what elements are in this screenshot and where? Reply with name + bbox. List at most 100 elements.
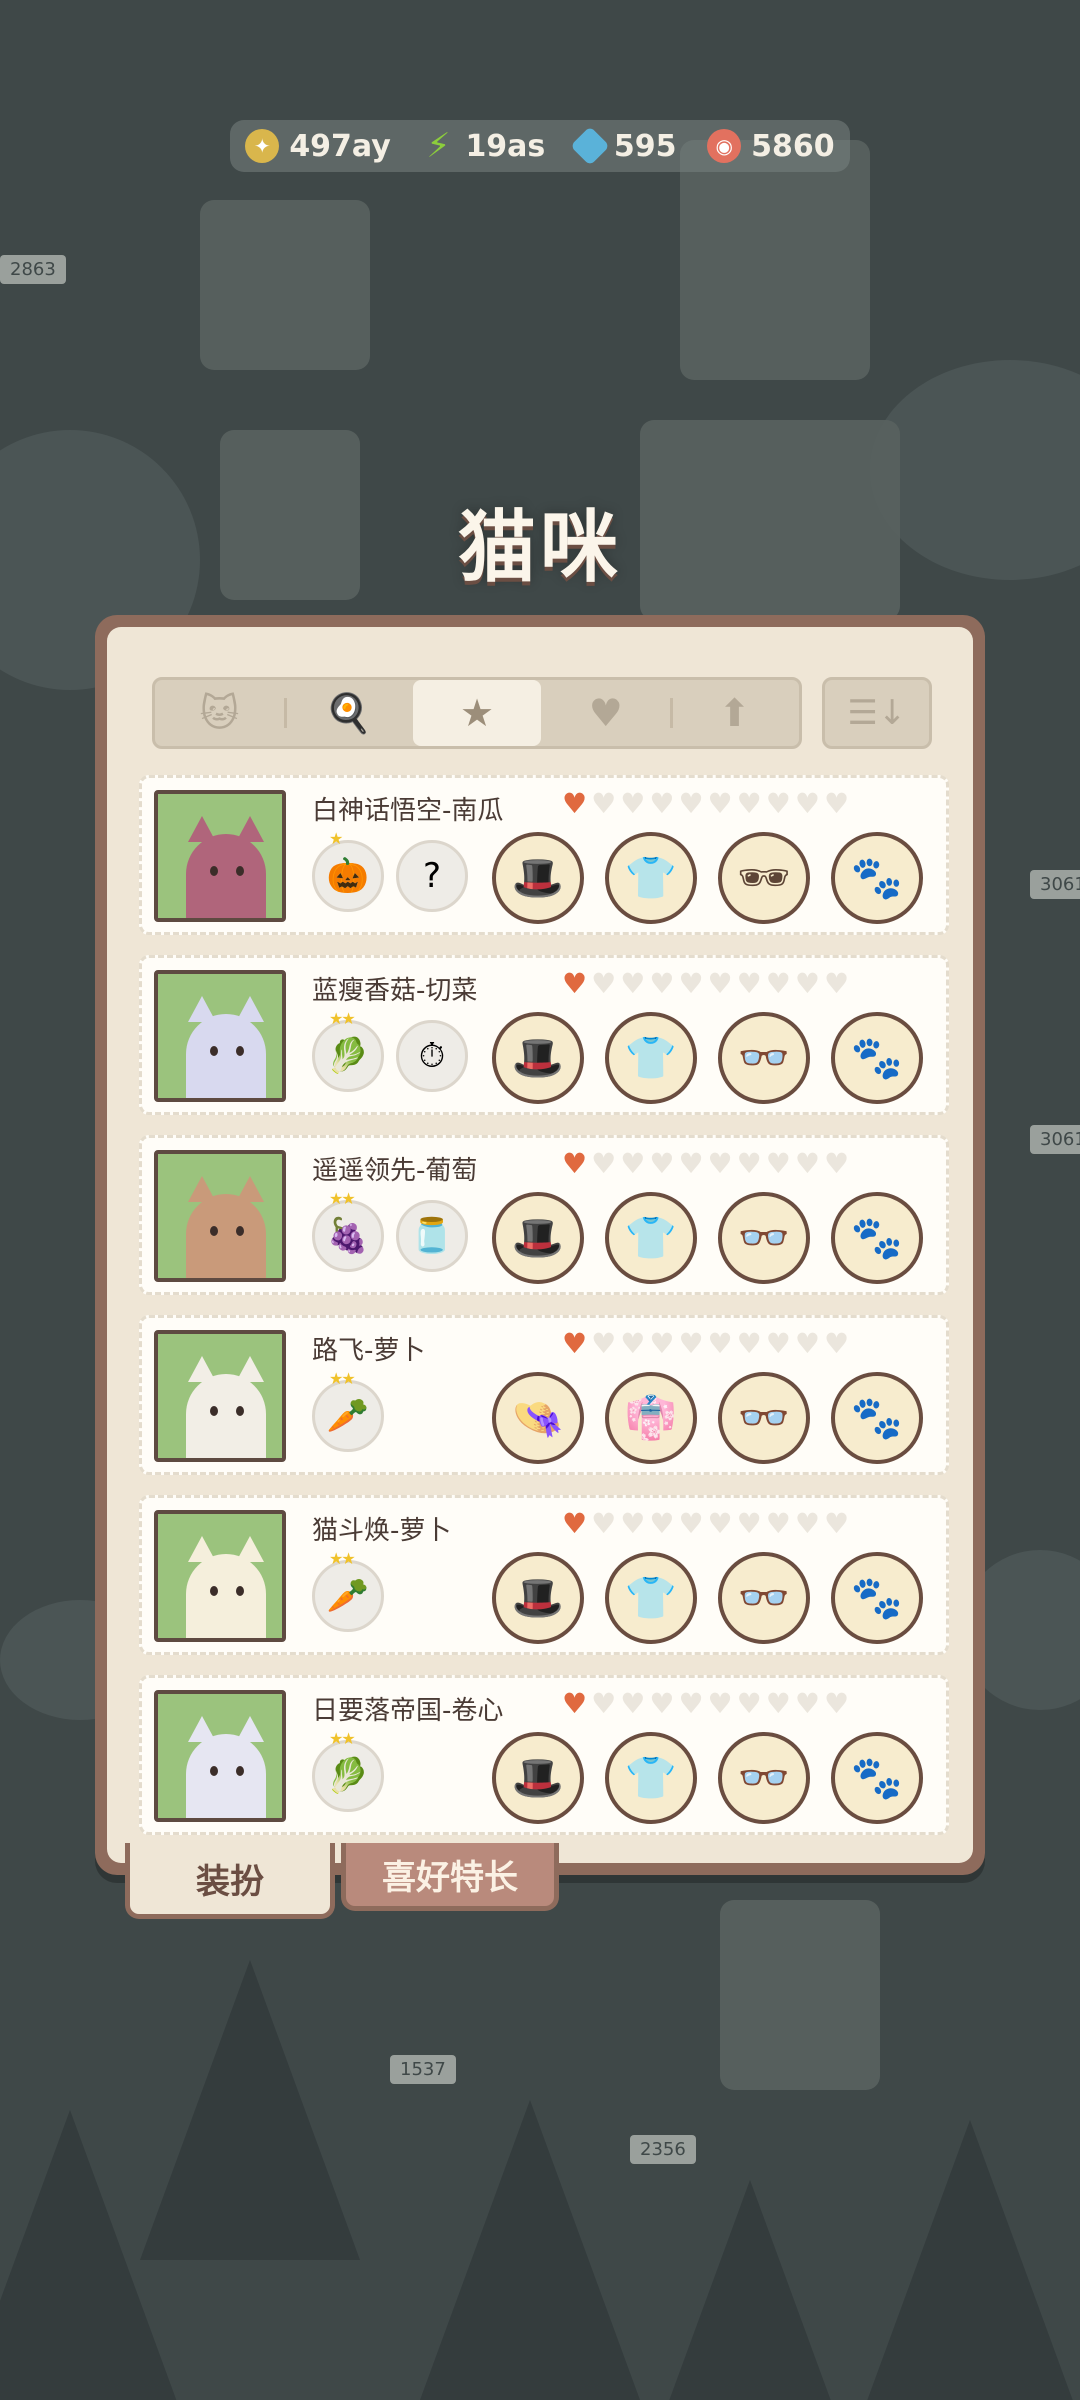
glasses-slot-icon: 👓 xyxy=(737,1213,791,1262)
affection-hearts: ♥ ♥ ♥ ♥ ♥ ♥ ♥ ♥ ♥ ♥ xyxy=(562,1330,849,1358)
tab-cat[interactable]: 🐱 xyxy=(155,680,284,746)
straw-hat-icon: 👒 xyxy=(511,1393,565,1442)
coin-counter[interactable]: ✦ 497ay xyxy=(245,129,391,164)
costume-slot[interactable]: 👘 xyxy=(605,1372,697,1464)
heart-icon: ♥ xyxy=(765,1507,791,1540)
cat-portrait[interactable] xyxy=(154,1690,286,1822)
glasses-slot-icon: 👓 xyxy=(737,1753,791,1802)
hat-slot-icon: 🎩 xyxy=(511,1573,565,1622)
heart-icon: ♥ xyxy=(620,1327,646,1360)
heart-icon: ♥ xyxy=(588,691,623,735)
cat-portrait[interactable] xyxy=(154,790,286,922)
cat-row[interactable]: 路飞-萝卜 ♥ ♥ ♥ ♥ ♥ ♥ ♥ ♥ ♥ ♥ 🥕 ★★ 👒 👘 👓 🐾 xyxy=(139,1315,949,1475)
costume-slot[interactable]: 🎩 xyxy=(492,1192,584,1284)
energy-counter[interactable]: ⚡ 19as xyxy=(421,126,546,166)
costume-slot[interactable]: 👓 xyxy=(718,1012,810,1104)
costume-slot[interactable]: 🐾 xyxy=(831,1372,923,1464)
favorite-food-slot[interactable]: ⏱ xyxy=(396,1020,468,1092)
rarity-stars: ★★ xyxy=(329,1009,356,1028)
pumpkin-icon: 🎃 xyxy=(326,856,370,896)
costume-slot[interactable]: 👒 xyxy=(492,1372,584,1464)
cat-portrait[interactable] xyxy=(154,1510,286,1642)
costume-slot[interactable]: 🐾 xyxy=(831,1732,923,1824)
tab-dress-up[interactable]: 装扮 xyxy=(125,1843,335,1919)
costume-slot[interactable]: 👕 xyxy=(605,1552,697,1644)
cat-row[interactable]: 白神话悟空-南瓜 ♥ ♥ ♥ ♥ ♥ ♥ ♥ ♥ ♥ ♥ 🎃 ★? 🎩 👕 🕶 🐾 xyxy=(139,775,949,935)
favorite-food-slot[interactable]: 🎃 ★ xyxy=(312,829,384,912)
costume-slot[interactable]: 🐾 xyxy=(831,1012,923,1104)
cat-name: 日要落帝国-卷心 xyxy=(312,1696,504,1726)
costume-slot[interactable]: 👓 xyxy=(718,1552,810,1644)
costume-slot[interactable]: 🐾 xyxy=(831,1552,923,1644)
rarity-stars: ★★ xyxy=(329,1369,356,1388)
costume-slot[interactable]: 🎩 xyxy=(492,1552,584,1644)
hat-slot-icon: 🎩 xyxy=(511,1033,565,1082)
tab-chef-hat[interactable]: 🍳 xyxy=(283,680,413,746)
favorite-food-slot[interactable]: 🥕 ★★ xyxy=(312,1369,384,1452)
costume-slot[interactable]: 👓 xyxy=(718,1372,810,1464)
tab-preferences[interactable]: 喜好特长 xyxy=(341,1843,559,1911)
cat-portrait[interactable] xyxy=(154,1330,286,1462)
costume-slot[interactable]: 👕 xyxy=(605,1732,697,1824)
fish-counter[interactable]: ◉ 5860 xyxy=(707,129,835,164)
heart-icon: ♥ xyxy=(562,1507,588,1540)
heart-icon: ♥ xyxy=(591,787,617,820)
heart-icon: ♥ xyxy=(707,1687,733,1720)
jam-jar-icon: 🫙 xyxy=(410,1216,454,1256)
cat-row[interactable]: 遥遥领先-葡萄 ♥ ♥ ♥ ♥ ♥ ♥ ♥ ♥ ♥ ♥ 🍇 ★★ 🫙 🎩 👕 👓 🐾 xyxy=(139,1135,949,1295)
coin-icon: ✦ xyxy=(245,129,280,163)
heart-icon: ♥ xyxy=(678,787,704,820)
heart-icon: ♥ xyxy=(678,1687,704,1720)
energy-value: 19as xyxy=(465,128,546,164)
tab-arrow-up[interactable]: ⬆ xyxy=(670,680,799,746)
cat-row[interactable]: 日要落帝国-卷心 ♥ ♥ ♥ ♥ ♥ ♥ ♥ ♥ ♥ ♥ 🥬 ★★ 🎩 👕 👓 🐾 xyxy=(139,1675,949,1835)
cat-list: 白神话悟空-南瓜 ♥ ♥ ♥ ♥ ♥ ♥ ♥ ♥ ♥ ♥ 🎃 ★? 🎩 👕 🕶 🐾 蓝瘦香菇-切菜 ♥ ♥ ♥ ♥ ♥ ♥ ♥ ♥… xyxy=(139,775,949,1855)
shirt-slot-icon: 👕 xyxy=(624,1213,678,1262)
house-number-sign: 2863 xyxy=(0,255,66,284)
filter-tabs: 🐱 🍳 ★ ♥ ⬆ xyxy=(152,677,802,749)
heart-icon: ♥ xyxy=(794,1687,820,1720)
affection-hearts: ♥ ♥ ♥ ♥ ♥ ♥ ♥ ♥ ♥ ♥ xyxy=(562,790,849,818)
costume-slot[interactable]: 👕 xyxy=(605,1012,697,1104)
costume-slot[interactable]: 🎩 xyxy=(492,832,584,924)
heart-icon: ♥ xyxy=(620,1687,646,1720)
rarity-stars: ★★ xyxy=(329,1549,356,1568)
cat-panel: 🐱 🍳 ★ ♥ ⬆ ☰↓ 白神话悟空-南瓜 ♥ ♥ ♥ ♥ ♥ ♥ ♥ ♥ ♥ ♥ 🎃 ★? 🎩 👕 🕶 🐾 蓝瘦香菇-切… xyxy=(95,615,985,1919)
tab-heart[interactable]: ♥ xyxy=(541,680,670,746)
heart-icon: ♥ xyxy=(678,1147,704,1180)
costume-slot[interactable]: 🐾 xyxy=(831,832,923,924)
gem-counter[interactable]: 595 xyxy=(570,126,677,166)
stopwatch-icon: ⏱ xyxy=(418,1036,446,1076)
cat-row[interactable]: 蓝瘦香菇-切菜 ♥ ♥ ♥ ♥ ♥ ♥ ♥ ♥ ♥ ♥ 🥬 ★★ ⏱ 🎩 👕 👓 🐾 xyxy=(139,955,949,1115)
favorite-food-slot[interactable]: 🥬 ★★ xyxy=(312,1729,384,1812)
cat-row[interactable]: 猫斗焕-萝卜 ♥ ♥ ♥ ♥ ♥ ♥ ♥ ♥ ♥ ♥ 🥕 ★★ 🎩 👕 👓 🐾 xyxy=(139,1495,949,1655)
costume-slot[interactable]: 👕 xyxy=(605,832,697,924)
glasses-slot-icon: 👓 xyxy=(737,1033,791,1082)
costume-slot[interactable]: 🐾 xyxy=(831,1192,923,1284)
sort-button[interactable]: ☰↓ xyxy=(822,677,932,749)
tab-star[interactable]: ★ xyxy=(412,680,542,746)
costume-slot[interactable]: 🎩 xyxy=(492,1012,584,1104)
sunglasses-icon: 🕶 xyxy=(737,853,791,902)
celery-icon: 🥬 xyxy=(326,1036,370,1076)
cat-portrait[interactable] xyxy=(154,970,286,1102)
costume-slot[interactable]: 🕶 xyxy=(718,832,810,924)
cat-portrait[interactable] xyxy=(154,1150,286,1282)
favorite-food-slot[interactable]: 🥕 ★★ xyxy=(312,1549,384,1632)
favorite-food-slot[interactable]: 🍇 ★★ xyxy=(312,1189,384,1272)
hat-slot-icon: 🎩 xyxy=(511,853,565,902)
costume-slot[interactable]: 👕 xyxy=(605,1192,697,1284)
favorite-food-slot[interactable]: ? xyxy=(396,840,468,912)
heart-icon: ♥ xyxy=(794,1507,820,1540)
costume-slot[interactable]: 👓 xyxy=(718,1732,810,1824)
costume-slot[interactable]: 🎩 xyxy=(492,1732,584,1824)
favorite-food-slot[interactable]: 🫙 xyxy=(396,1200,468,1272)
gem-value: 595 xyxy=(613,128,677,164)
costume-slot[interactable]: 👓 xyxy=(718,1192,810,1284)
heart-icon: ♥ xyxy=(794,787,820,820)
heart-icon: ♥ xyxy=(823,1147,850,1180)
heart-icon: ♥ xyxy=(823,1687,850,1720)
heart-icon: ♥ xyxy=(649,1687,675,1720)
heart-icon: ♥ xyxy=(620,1147,646,1180)
favorite-food-slot[interactable]: 🥬 ★★ xyxy=(312,1009,384,1092)
